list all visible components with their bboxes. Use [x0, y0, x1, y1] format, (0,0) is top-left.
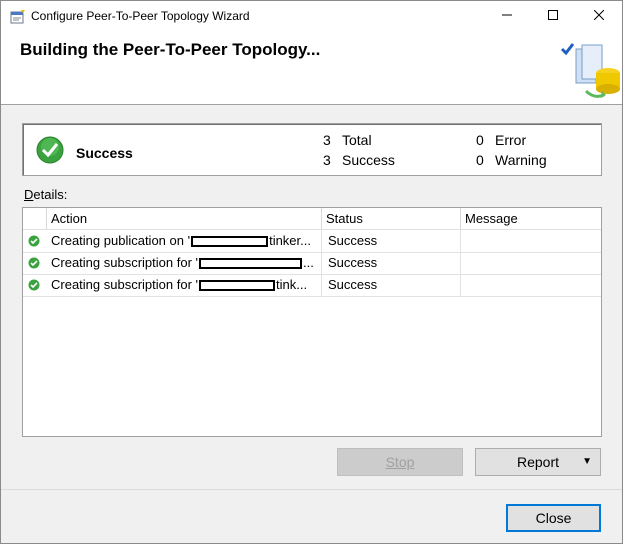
- maximize-button[interactable]: [530, 1, 576, 31]
- wizard-window: Configure Peer-To-Peer Topology Wizard B…: [0, 0, 623, 544]
- report-button-label: Report: [516, 454, 560, 470]
- topology-wizard-icon: [560, 43, 620, 98]
- redaction-box: [191, 236, 269, 248]
- action-text-start: Creating subscription for ': [51, 255, 198, 270]
- total-label: Total: [342, 132, 372, 148]
- stop-button-label: Stop: [385, 454, 415, 470]
- message-cell: [465, 274, 595, 296]
- action-cell: Creating subscription for ' tink...: [51, 274, 319, 296]
- action-cell: Creating publication on ' tinker...: [51, 230, 319, 252]
- maximize-icon: [548, 10, 558, 20]
- status-cell: Success: [328, 233, 378, 248]
- close-button[interactable]: Close: [506, 504, 601, 532]
- redaction-box: [199, 258, 302, 270]
- error-label: Error: [495, 132, 527, 148]
- success-check-icon: [28, 235, 40, 247]
- stop-button[interactable]: Stop: [337, 448, 463, 476]
- footer-divider: [1, 489, 622, 490]
- action-text-start: Creating publication on ': [51, 233, 191, 248]
- success-check-icon: [28, 257, 40, 269]
- success-count: 3: [323, 152, 331, 168]
- table-row[interactable]: Creating subscription for ' tink... Succe…: [23, 274, 601, 297]
- report-button[interactable]: Report ▼: [475, 448, 601, 476]
- success-check-icon: [28, 279, 40, 291]
- summary-panel: Success 3 Total 3 Success 0 Error 0 Warn…: [22, 123, 602, 176]
- action-text-end: tink...: [276, 277, 308, 292]
- wizard-app-icon: [10, 10, 25, 24]
- details-label: Details:: [24, 187, 67, 202]
- summary-status: Success: [76, 145, 133, 161]
- status-cell: Success: [328, 277, 378, 292]
- column-header-icon: [23, 208, 47, 229]
- action-text-end: tinker...: [269, 233, 311, 248]
- minimize-button[interactable]: [484, 1, 530, 31]
- success-label: Success: [342, 152, 395, 168]
- dropdown-caret-icon: ▼: [582, 456, 592, 467]
- close-window-button[interactable]: [576, 1, 622, 31]
- warning-label: Warning: [495, 152, 547, 168]
- column-header-status[interactable]: Status: [322, 208, 461, 229]
- page-title: Building the Peer-To-Peer Topology...: [20, 40, 321, 59]
- status-cell: Success: [328, 255, 378, 270]
- window-title: Configure Peer-To-Peer Topology Wizard: [31, 9, 250, 23]
- message-cell: [465, 252, 595, 274]
- message-cell: [465, 230, 595, 252]
- redaction-box: [199, 280, 275, 292]
- details-label-text: etails:: [33, 187, 68, 202]
- details-label-accelerator: D: [24, 187, 34, 202]
- action-cell: Creating subscription for '...: [51, 252, 319, 274]
- error-count: 0: [476, 132, 484, 148]
- grid-header: Action Status Message: [23, 208, 601, 230]
- close-icon: [593, 9, 605, 21]
- action-text-start: Creating subscription for ': [51, 277, 198, 292]
- column-header-action[interactable]: Action: [47, 208, 322, 229]
- action-text-end: ...: [303, 255, 314, 270]
- success-check-icon: [36, 136, 64, 164]
- warning-count: 0: [476, 152, 484, 168]
- table-row[interactable]: Creating publication on ' tinker... Succe…: [23, 230, 601, 253]
- title-bar: Configure Peer-To-Peer Topology Wizard: [1, 1, 622, 31]
- column-header-message[interactable]: Message: [461, 208, 601, 229]
- details-grid[interactable]: Action Status Message Creating publicati…: [22, 207, 602, 437]
- minimize-icon: [502, 14, 512, 16]
- wizard-header: Building the Peer-To-Peer Topology...: [1, 31, 622, 105]
- total-count: 3: [323, 132, 331, 148]
- table-row[interactable]: Creating subscription for '... Success: [23, 252, 601, 275]
